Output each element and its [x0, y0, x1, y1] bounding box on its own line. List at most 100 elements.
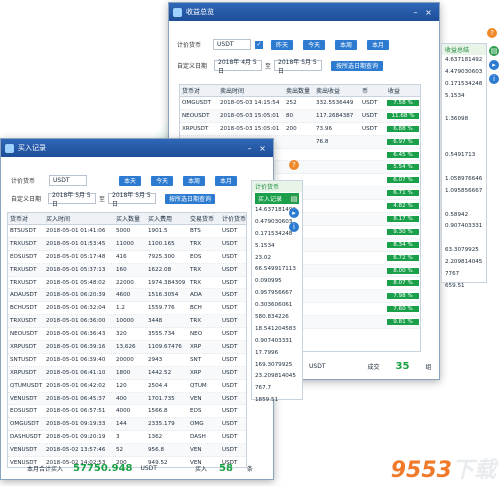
- table-cell: 6.97 %: [386, 137, 420, 146]
- table-row[interactable]: DASHUSDT 2018-05-01 09:20:19 3 1362 DASH USDT: [8, 431, 246, 445]
- table-cell: 2018-05-01 06:36:43: [46, 331, 106, 338]
- week-button[interactable]: 本周: [183, 175, 206, 186]
- panel-value: 23.209814045: [255, 373, 296, 380]
- panel-value: 23.02: [255, 254, 272, 261]
- column-header[interactable]: 计价货币: [220, 214, 246, 223]
- table-cell: 11.68 %: [386, 111, 420, 120]
- today-button[interactable]: 今天: [303, 39, 326, 50]
- table-cell: 8.07 %: [386, 279, 420, 288]
- window-title: 买入记录: [18, 144, 46, 152]
- panel-value: 0.171534248: [445, 80, 483, 87]
- footer-deal-label: 成交: [367, 364, 380, 371]
- day-button[interactable]: 本天: [119, 175, 142, 186]
- table-row[interactable]: OMGUSDT 2018-05-01 09:19:33 144 2335.179 OMG…: [8, 418, 246, 432]
- table-cell: 6.88 %: [386, 124, 420, 133]
- help-icon[interactable]: ?: [289, 160, 299, 170]
- table-cell: 8.00 %: [386, 266, 420, 275]
- checkbox[interactable]: ✓: [255, 40, 264, 49]
- table-cell: OMGUSDT: [10, 421, 39, 428]
- currency-select[interactable]: USDT: [49, 175, 88, 186]
- table-row[interactable]: QTUMUSDT 2018-05-01 06:42:02 120 2504.4 QTUM…: [8, 380, 246, 393]
- column-header[interactable]: 货币对: [8, 214, 44, 223]
- table-row[interactable]: VENUSDT 2018-05-02 13:57:46 52 956.8 VEN USDT: [8, 444, 246, 458]
- table-cell: TRX: [190, 240, 202, 247]
- column-header[interactable]: 卖出数量: [284, 86, 314, 95]
- table-row[interactable]: ADAUSDT 2018-05-01 06:20:39 4600 1516.3054 A…: [8, 289, 246, 303]
- table-row[interactable]: TRXUSDT 2018-05-01 06:36:00 10000 3448 TRX US…: [8, 315, 246, 329]
- table-row[interactable]: XRPUSDT 2018-05-01 06:41:10 1800 1442.52 XRP…: [8, 366, 246, 380]
- column-header[interactable]: 卖出收益: [314, 86, 360, 95]
- table-cell: 320: [116, 331, 127, 338]
- currency-select[interactable]: USDT: [213, 39, 252, 50]
- close-icon[interactable]: ×: [256, 144, 269, 153]
- info-icon[interactable]: i: [289, 222, 299, 232]
- date-to[interactable]: 2018年 5月 5日: [108, 192, 157, 208]
- column-header[interactable]: 币: [360, 86, 386, 95]
- table-row[interactable]: TRXUSDT 2018-05-01 05:48:02 22000 1974.3843…: [8, 277, 246, 290]
- panel-value: 18.541204583: [255, 325, 296, 332]
- table-row[interactable]: XRPUSDT 2018-05-03 15:05:01 200 73.96 USDT 6.…: [180, 123, 420, 136]
- table-cell: 1109.67476: [148, 343, 182, 350]
- table-cell: 4000: [116, 408, 131, 415]
- column-header[interactable]: 买入费用: [146, 214, 188, 223]
- minimize-icon[interactable]: –: [243, 144, 256, 153]
- table-cell: NEO: [190, 331, 203, 338]
- date-label: 自定义日期: [11, 196, 42, 203]
- query-button[interactable]: 按所选日期查询: [331, 60, 384, 71]
- table-cell: USDT: [362, 99, 378, 106]
- column-header[interactable]: 买入时间: [44, 214, 114, 223]
- table-row[interactable]: TRXUSDT 2018-05-01 01:53:45 11000 1100.165 T…: [8, 237, 246, 251]
- date-from[interactable]: 2018年 5月 5日: [48, 192, 97, 208]
- buy-table: 货币对 买入时间 买入数量 买入费用 交易货币 计价货币 BTSUSDT 2018-05-0…: [7, 212, 247, 468]
- table-row[interactable]: OMGUSDT 2018-05-03 14:15:54 252 332.5536449…: [180, 97, 420, 110]
- month-button[interactable]: 本月: [215, 175, 238, 186]
- table-cell: 5000: [116, 227, 131, 234]
- column-header[interactable]: 买入数量: [114, 214, 146, 223]
- settings-icon[interactable]: ▸: [489, 60, 499, 70]
- column-header[interactable]: 交易货币: [188, 214, 220, 223]
- footer-unit: 组: [425, 364, 432, 371]
- table-row[interactable]: NEOUSDT 2018-05-01 06:36:43 320 3555.734 NEO…: [8, 328, 246, 342]
- table-cell: USDT: [222, 253, 238, 260]
- column-header[interactable]: 卖出时间: [218, 86, 284, 95]
- settings-icon[interactable]: ▸: [289, 208, 299, 218]
- panel-value: 169.3079925: [255, 361, 293, 368]
- column-header[interactable]: 货币对: [180, 86, 218, 95]
- table-cell: DASHUSDT: [10, 434, 42, 441]
- minimize-icon[interactable]: –: [409, 8, 422, 17]
- query-button[interactable]: 按所选日期查询: [165, 193, 216, 204]
- today-button[interactable]: 今天: [151, 175, 174, 186]
- table-cell: ADAUSDT: [10, 292, 38, 299]
- table-cell: 73.96: [316, 125, 333, 132]
- table-cell: XRPUSDT: [182, 125, 209, 132]
- table-row[interactable]: EOSUSDT 2018-05-01 05:17:48 416 7925.300 EOS…: [8, 251, 246, 264]
- table-row[interactable]: SNTUSDT 2018-05-01 06:39:40 20000 2943 SNT US…: [8, 354, 246, 367]
- table-row[interactable]: TRXUSDT 2018-05-01 05:37:13 160 1622.08 TRX U…: [8, 263, 246, 277]
- week-button[interactable]: 本周: [335, 39, 358, 50]
- panel-value: 1.095856667: [445, 187, 483, 194]
- table-row[interactable]: EOSUSDT 2018-05-01 06:57:51 4000 1566.8 EOS U…: [8, 405, 246, 419]
- date-to[interactable]: 2018年 5月 5日: [274, 59, 323, 75]
- table-cell: 7.60 %: [386, 305, 420, 314]
- table-row[interactable]: XRPUSDT 2018-05-01 06:39:16 13,626 1109.674…: [8, 341, 246, 354]
- month-button[interactable]: 本月: [367, 39, 390, 50]
- panel-value: 1.058976646: [445, 175, 483, 182]
- table-cell: 252: [286, 99, 297, 106]
- table-cell: USDT: [222, 408, 238, 415]
- table-row[interactable]: BCHUSDT 2018-05-01 06:32:04 1.2 1559.776 BCH…: [8, 302, 246, 316]
- help-icon[interactable]: ?: [487, 28, 497, 38]
- export-icon[interactable]: ▤: [489, 46, 499, 56]
- footer-label: 本月合计买入: [27, 466, 64, 473]
- date-from[interactable]: 2018年 4月 5日: [214, 59, 263, 75]
- table-row[interactable]: NEOUSDT 2018-05-03 15:05:01 80 117.2684387 U…: [180, 109, 420, 123]
- close-icon[interactable]: ×: [422, 8, 435, 17]
- yesterday-button[interactable]: 昨天: [271, 39, 294, 50]
- export-icon[interactable]: ▤: [289, 194, 299, 204]
- table-cell: 7.98 %: [386, 292, 420, 301]
- watermark-number: 9553: [390, 458, 452, 483]
- column-header[interactable]: 收益: [386, 86, 420, 95]
- table-row[interactable]: BTSUSDT 2018-05-01 01:41:06 5000 1901.5 BTS U…: [8, 225, 246, 238]
- table-row[interactable]: VENUSDT 2018-05-01 06:45:37 400 1701.735 VEN…: [8, 392, 246, 406]
- info-icon[interactable]: i: [489, 74, 499, 84]
- panel-value: 1859.51: [255, 397, 279, 404]
